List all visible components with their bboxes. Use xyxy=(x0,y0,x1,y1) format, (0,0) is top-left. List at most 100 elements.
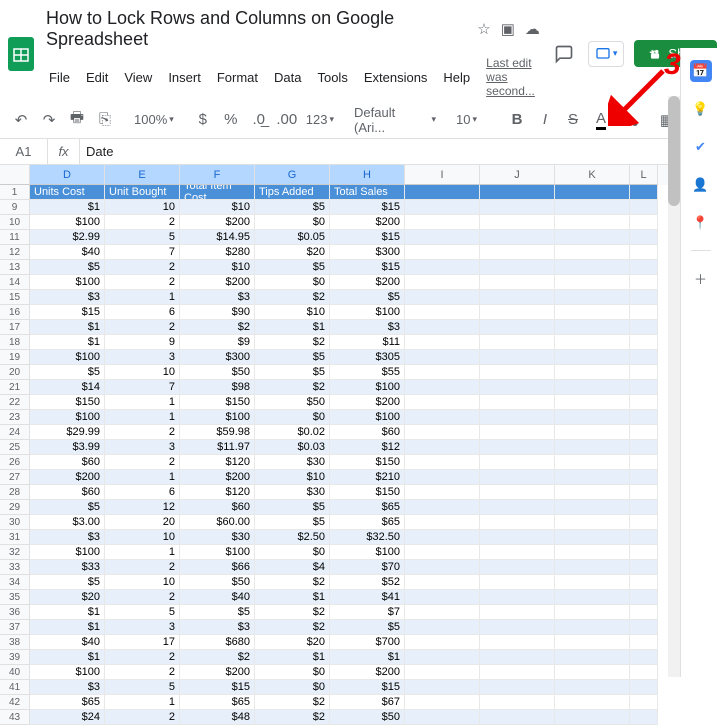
cell[interactable]: $5 xyxy=(255,515,330,530)
cell[interactable]: $20 xyxy=(255,245,330,260)
cell[interactable] xyxy=(480,380,555,395)
cell[interactable] xyxy=(555,470,630,485)
cell[interactable]: $15 xyxy=(330,260,405,275)
cell[interactable] xyxy=(630,665,658,680)
cell[interactable] xyxy=(405,515,480,530)
cell[interactable] xyxy=(480,485,555,500)
cell[interactable] xyxy=(630,290,658,305)
cell[interactable]: 1 xyxy=(105,695,180,710)
cell[interactable]: 6 xyxy=(105,485,180,500)
cell[interactable] xyxy=(405,290,480,305)
cell[interactable] xyxy=(405,380,480,395)
cell[interactable] xyxy=(405,485,480,500)
cell[interactable] xyxy=(555,410,630,425)
cell[interactable]: $29.99 xyxy=(30,425,105,440)
contacts-icon[interactable]: 👤 xyxy=(690,174,712,196)
cell[interactable] xyxy=(630,455,658,470)
cell[interactable] xyxy=(405,695,480,710)
last-edit-link[interactable]: Last edit was second... xyxy=(479,53,542,101)
column-header-K[interactable]: K xyxy=(555,165,630,185)
cell[interactable] xyxy=(555,575,630,590)
cell[interactable] xyxy=(555,680,630,695)
cell[interactable] xyxy=(630,245,658,260)
row-header[interactable]: 11 xyxy=(0,230,30,245)
cell[interactable] xyxy=(555,350,630,365)
row-header[interactable]: 32 xyxy=(0,545,30,560)
cell[interactable] xyxy=(480,530,555,545)
cell[interactable]: $67 xyxy=(330,695,405,710)
row-header[interactable]: 20 xyxy=(0,365,30,380)
cell[interactable]: $2.99 xyxy=(30,230,105,245)
menu-view[interactable]: View xyxy=(117,67,159,88)
cell[interactable]: $65 xyxy=(330,515,405,530)
cell[interactable]: $150 xyxy=(330,455,405,470)
cell[interactable] xyxy=(480,335,555,350)
cell[interactable]: $3.00 xyxy=(30,515,105,530)
decrease-decimal-icon[interactable]: .0̲ xyxy=(246,107,272,133)
row-header[interactable]: 18 xyxy=(0,335,30,350)
cell[interactable]: $100 xyxy=(30,410,105,425)
cell[interactable] xyxy=(405,425,480,440)
cell[interactable]: $0 xyxy=(255,680,330,695)
cell[interactable] xyxy=(555,455,630,470)
cell[interactable] xyxy=(630,440,658,455)
column-header-J[interactable]: J xyxy=(480,165,555,185)
cell[interactable]: 3 xyxy=(105,350,180,365)
undo-icon[interactable]: ↶ xyxy=(8,107,34,133)
cell[interactable]: $5 xyxy=(255,365,330,380)
cell[interactable] xyxy=(630,695,658,710)
cell[interactable] xyxy=(630,470,658,485)
cell[interactable]: $0 xyxy=(255,665,330,680)
menu-edit[interactable]: Edit xyxy=(79,67,115,88)
cell[interactable]: $10 xyxy=(255,305,330,320)
cell[interactable] xyxy=(630,410,658,425)
cell[interactable] xyxy=(630,515,658,530)
cell[interactable] xyxy=(405,440,480,455)
cell[interactable]: $30 xyxy=(180,530,255,545)
cell[interactable] xyxy=(480,575,555,590)
cell[interactable] xyxy=(555,650,630,665)
cell[interactable]: $2 xyxy=(255,290,330,305)
cell[interactable] xyxy=(555,185,630,200)
column-header-F[interactable]: F xyxy=(180,165,255,185)
cell[interactable]: $1 xyxy=(30,620,105,635)
cell[interactable] xyxy=(405,635,480,650)
cell[interactable]: $15 xyxy=(180,680,255,695)
row-header[interactable]: 13 xyxy=(0,260,30,275)
cell[interactable]: $100 xyxy=(30,350,105,365)
cell[interactable] xyxy=(555,290,630,305)
cell[interactable]: $55 xyxy=(330,365,405,380)
cell[interactable] xyxy=(480,560,555,575)
cell[interactable] xyxy=(630,635,658,650)
increase-decimal-icon[interactable]: .00 xyxy=(274,107,300,133)
menu-help[interactable]: Help xyxy=(436,67,477,88)
cell[interactable]: 5 xyxy=(105,680,180,695)
cell[interactable] xyxy=(405,200,480,215)
cell[interactable] xyxy=(480,680,555,695)
cell[interactable] xyxy=(630,305,658,320)
cell[interactable]: $100 xyxy=(180,545,255,560)
cell[interactable] xyxy=(480,515,555,530)
cell[interactable]: $150 xyxy=(330,485,405,500)
cell[interactable] xyxy=(405,410,480,425)
cell[interactable] xyxy=(480,665,555,680)
cell[interactable] xyxy=(405,305,480,320)
cell[interactable]: $200 xyxy=(30,470,105,485)
row-header[interactable]: 38 xyxy=(0,635,30,650)
percent-icon[interactable]: % xyxy=(218,107,244,133)
cell[interactable]: $5 xyxy=(30,365,105,380)
cell[interactable]: $0.02 xyxy=(255,425,330,440)
cell[interactable]: 2 xyxy=(105,320,180,335)
cell[interactable] xyxy=(405,245,480,260)
zoom-dropdown[interactable]: 100%▾ xyxy=(130,112,178,127)
cell[interactable]: $41 xyxy=(330,590,405,605)
cell[interactable]: $20 xyxy=(30,590,105,605)
cell[interactable]: 2 xyxy=(105,260,180,275)
cell[interactable]: $3.99 xyxy=(30,440,105,455)
cell[interactable]: $5 xyxy=(255,260,330,275)
row-header[interactable]: 35 xyxy=(0,590,30,605)
cell[interactable] xyxy=(480,200,555,215)
cell[interactable]: 6 xyxy=(105,305,180,320)
sheets-logo-icon[interactable] xyxy=(8,34,34,74)
cell[interactable] xyxy=(630,590,658,605)
